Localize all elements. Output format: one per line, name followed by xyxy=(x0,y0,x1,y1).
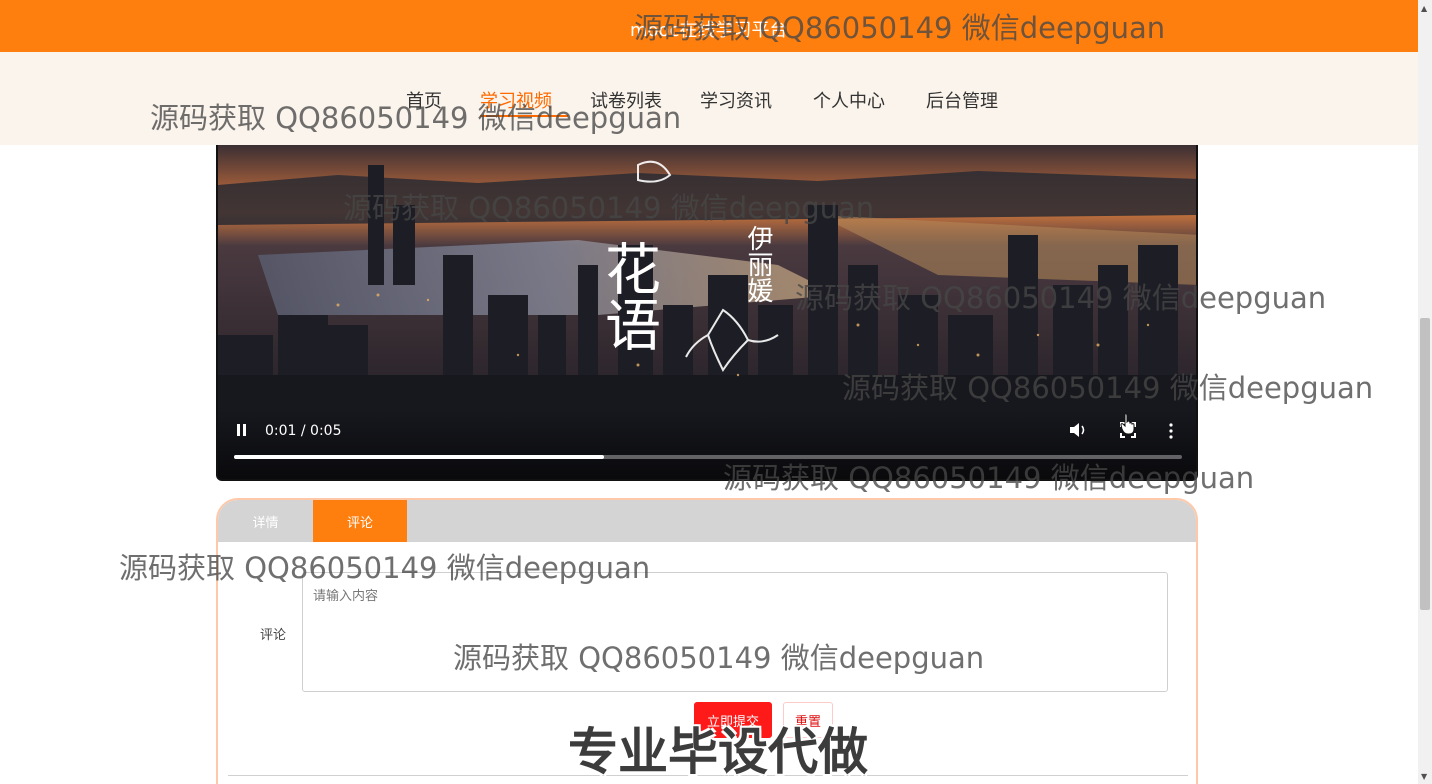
pause-icon[interactable] xyxy=(235,423,249,437)
nav-item-home[interactable]: 首页 xyxy=(406,87,442,113)
video-time-display: 0:01 / 0:05 xyxy=(265,423,342,439)
video-controls-bar xyxy=(218,409,1196,479)
scroll-up-arrow-icon[interactable]: ▲ xyxy=(1421,4,1427,13)
page: mooc在线学习平台 首页 学习视频 试卷列表 学习资讯 个人中心 后台管理 花… xyxy=(0,0,1432,784)
scroll-thumb[interactable] xyxy=(1420,318,1430,610)
video-progress-fill xyxy=(234,455,604,459)
comment-label: 评论 xyxy=(260,628,287,643)
nav-item-admin[interactable]: 后台管理 xyxy=(926,87,998,113)
submit-button[interactable]: 立即提交 xyxy=(694,702,772,738)
nav-active-underline xyxy=(480,115,568,117)
video-overlay-title: 花语 xyxy=(596,240,661,352)
video-progress-bar[interactable] xyxy=(234,455,1182,459)
comment-textarea[interactable] xyxy=(302,572,1168,692)
video-overlay-artist: 伊丽媛 xyxy=(743,225,773,303)
nav-item-profile[interactable]: 个人中心 xyxy=(813,87,885,113)
tab-detail[interactable]: 详情 xyxy=(218,500,313,542)
video-player[interactable]: 花语 伊丽媛 0:01 / 0:05 xyxy=(216,145,1198,481)
nav-item-videos[interactable]: 学习视频 xyxy=(480,87,552,113)
more-vert-icon[interactable] xyxy=(1168,422,1174,440)
site-title: mooc在线学习平台 xyxy=(630,20,788,41)
top-header-bar: mooc在线学习平台 xyxy=(0,0,1418,52)
divider xyxy=(228,775,1188,776)
detail-comment-card: 详情 评论 评论 立即提交 重置 xyxy=(216,498,1198,784)
scroll-down-arrow-icon[interactable]: ▼ xyxy=(1421,772,1427,781)
volume-icon[interactable] xyxy=(1068,421,1088,439)
tab-bar: 详情 评论 xyxy=(218,500,1196,542)
tab-comment[interactable]: 评论 xyxy=(313,500,407,542)
page-scrollbar[interactable]: ▲ ▼ xyxy=(1418,0,1432,784)
hand-cursor-icon xyxy=(1120,413,1135,435)
nav-item-news[interactable]: 学习资讯 xyxy=(700,87,772,113)
nav-item-exams[interactable]: 试卷列表 xyxy=(590,87,662,113)
reset-button[interactable]: 重置 xyxy=(783,702,833,738)
